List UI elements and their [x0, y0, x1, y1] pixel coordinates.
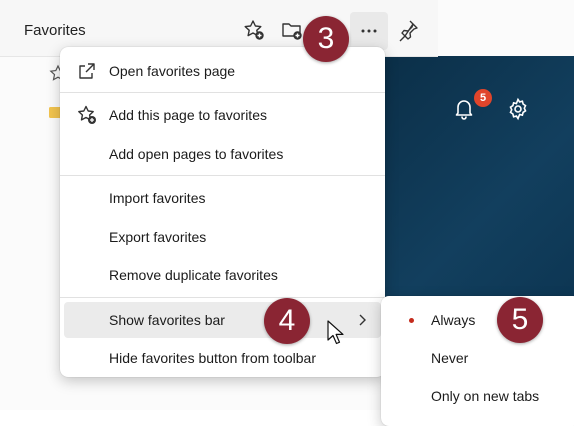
menu-item-label: Hide favorites button from toolbar — [109, 350, 316, 366]
menu-item-import-favorites[interactable]: Import favorites — [64, 180, 381, 216]
menu-item-label: Open favorites page — [109, 63, 236, 79]
more-options-button[interactable] — [350, 12, 388, 50]
submenu-item-only-new-tabs[interactable]: Only on new tabs — [385, 378, 574, 414]
menu-separator — [60, 297, 385, 298]
menu-separator — [60, 92, 385, 93]
favorites-bar-submenu: Always Never Only on new tabs — [381, 296, 574, 426]
submenu-item-label: Only on new tabs — [431, 388, 540, 404]
menu-item-label: Add this page to favorites — [109, 107, 267, 123]
submenu-item-never[interactable]: Never — [385, 340, 574, 376]
notifications-bell-icon[interactable] — [452, 96, 476, 120]
menu-item-add-this-page[interactable]: Add this page to favorites — [64, 97, 381, 133]
menu-item-label: Show favorites bar — [109, 312, 225, 328]
pin-icon[interactable] — [396, 18, 420, 42]
step-callout-3: 3 — [303, 16, 349, 62]
step-callout-5: 5 — [497, 297, 543, 343]
star-add-icon — [76, 104, 98, 126]
open-external-icon — [76, 60, 98, 82]
step-callout-4: 4 — [264, 298, 310, 344]
menu-item-label: Add open pages to favorites — [109, 146, 284, 162]
submenu-item-label: Never — [431, 350, 469, 366]
menu-item-label: Import favorites — [109, 190, 206, 206]
add-favorite-icon[interactable] — [242, 18, 266, 42]
chevron-right-icon — [359, 314, 366, 326]
submenu-item-always[interactable]: Always — [385, 302, 574, 338]
selected-indicator — [409, 318, 414, 323]
menu-item-export-favorites[interactable]: Export favorites — [64, 219, 381, 255]
menu-item-add-open-pages[interactable]: Add open pages to favorites — [64, 136, 381, 172]
more-options-icon — [361, 29, 377, 33]
menu-item-label: Export favorites — [109, 229, 207, 245]
settings-gear-icon[interactable] — [506, 97, 530, 121]
menu-item-remove-duplicates[interactable]: Remove duplicate favorites — [64, 257, 381, 293]
menu-item-label: Remove duplicate favorites — [109, 267, 278, 283]
panel-title: Favorites — [24, 22, 86, 39]
mouse-cursor-icon — [327, 320, 344, 345]
add-folder-icon[interactable] — [280, 18, 304, 42]
notification-badge: 5 — [474, 89, 492, 107]
submenu-item-label: Always — [431, 312, 476, 328]
menu-separator — [60, 175, 385, 176]
